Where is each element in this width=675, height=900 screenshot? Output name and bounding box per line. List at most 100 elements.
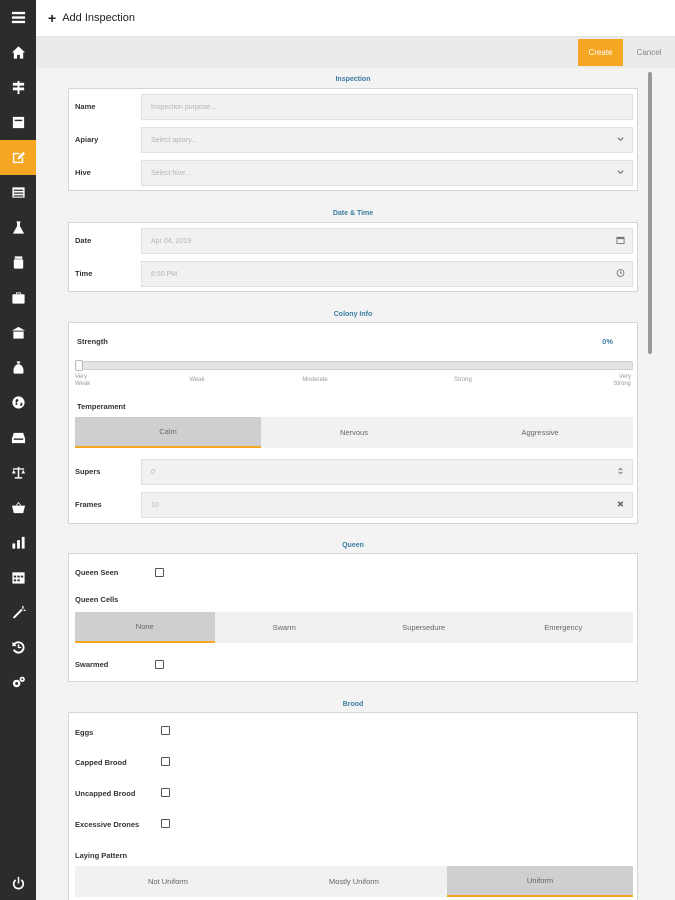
sidebar-home[interactable]: [0, 35, 36, 70]
sidebar-inspections[interactable]: [0, 140, 36, 175]
sidebar-tools[interactable]: [0, 595, 36, 630]
hive-select-value: Select hive...: [151, 169, 192, 177]
queen-cells-option-none[interactable]: None: [75, 612, 215, 643]
queen-seen-checkbox[interactable]: [155, 568, 164, 577]
laying-option-not-uniform[interactable]: Not Uniform: [75, 866, 261, 897]
sidebar-treatments[interactable]: [0, 210, 36, 245]
date-label: Date: [75, 236, 92, 245]
queen-cells-option-supersedure[interactable]: Supersedure: [354, 612, 494, 643]
sidebar-reports[interactable]: [0, 175, 36, 210]
history-icon: [11, 641, 25, 654]
section-title-colony: Colony Info: [333, 311, 373, 318]
section-title-inspection: Inspection: [335, 76, 371, 83]
clear-icon[interactable]: [616, 500, 625, 511]
date-input[interactable]: Apr 04, 2019: [141, 228, 633, 254]
swarmed-checkbox[interactable]: [155, 660, 164, 669]
uncapped-brood-checkbox[interactable]: [161, 788, 170, 797]
laying-option-uniform[interactable]: Uniform: [447, 866, 633, 897]
calendar-icon: [616, 236, 625, 247]
page-title: Add Inspection: [62, 12, 135, 24]
create-button[interactable]: Create: [578, 39, 623, 66]
sidebar-history[interactable]: [0, 630, 36, 665]
sidebar-charts[interactable]: [0, 525, 36, 560]
apiary-select[interactable]: Select apiary...: [141, 127, 633, 153]
strength-slider-track[interactable]: [75, 361, 633, 370]
section-title-queen: Queen: [342, 542, 364, 549]
sidebar-inventory[interactable]: [0, 420, 36, 455]
section-title-brood: Brood: [342, 701, 364, 708]
sidebar-apiaries[interactable]: [0, 70, 36, 105]
queen-cells-option-emergency[interactable]: Emergency: [494, 612, 634, 643]
sidebar-notes[interactable]: [0, 105, 36, 140]
time-input[interactable]: 8:50 PM: [141, 261, 633, 287]
queen-cells-option-swarm[interactable]: Swarm: [215, 612, 355, 643]
temperament-option-calm[interactable]: Calm: [75, 417, 261, 448]
supers-stepper[interactable]: 0: [141, 459, 633, 485]
strength-label: Strength: [77, 337, 108, 346]
supers-label: Supers: [75, 467, 101, 476]
sidebar-map[interactable]: [0, 385, 36, 420]
capped-brood-label: Capped Brood: [75, 758, 127, 767]
swarmed-label: Swarmed: [75, 660, 109, 669]
brood-card: Eggs Capped Brood Uncapped Brood Excessi…: [68, 712, 638, 900]
time-value: 8:50 PM: [151, 270, 178, 278]
sidebar-hives[interactable]: [0, 315, 36, 350]
section-title-datetime: Date & Time: [332, 210, 374, 217]
globe-icon: [11, 396, 25, 409]
clock-icon: [616, 269, 625, 280]
temperament-option-aggressive[interactable]: Aggressive: [447, 417, 633, 448]
sidebar: [0, 0, 36, 900]
stepper-arrows-icon[interactable]: [616, 467, 625, 478]
home-icon: [11, 46, 25, 59]
laying-pattern-label: Laying Pattern: [75, 851, 128, 860]
sidebar-weights[interactable]: [0, 455, 36, 490]
sidebar-equipment[interactable]: [0, 280, 36, 315]
colony-card: Strength 0% Very Weak Weak Moderate Stro…: [68, 322, 638, 524]
edit-icon: [12, 151, 25, 164]
menu-icon: [11, 11, 25, 24]
sidebar-settings[interactable]: [0, 665, 36, 700]
inbox-icon: [11, 432, 25, 444]
datetime-card: Date Apr 04, 2019 Time 8:50 PM: [68, 222, 638, 292]
laying-pattern-segmented: Not Uniform Mostly Uniform Uniform: [75, 866, 633, 897]
hive-select[interactable]: Select hive...: [141, 160, 633, 186]
sidebar-logout[interactable]: [0, 866, 36, 900]
excessive-drones-checkbox[interactable]: [161, 819, 170, 828]
frames-input[interactable]: 10: [141, 492, 633, 518]
eggs-checkbox[interactable]: [161, 726, 170, 735]
strength-tick-very-weak: Very Weak: [75, 374, 91, 388]
list-icon: [11, 187, 25, 198]
chevron-down-icon: [616, 135, 625, 146]
sidebar-calendar[interactable]: [0, 560, 36, 595]
cancel-button[interactable]: Cancel: [628, 39, 670, 66]
bar-chart-icon: [11, 536, 25, 549]
queen-cells-label: Queen Cells: [75, 595, 119, 604]
queen-cells-segmented: None Swarm Supersedure Emergency: [75, 612, 633, 643]
apiary-select-value: Select apiary...: [151, 136, 197, 144]
date-value: Apr 04, 2019: [151, 237, 192, 245]
temperament-option-nervous[interactable]: Nervous: [261, 417, 447, 448]
sidebar-menu[interactable]: [0, 0, 36, 35]
hive-label: Hive: [75, 168, 91, 177]
sidebar-harvests[interactable]: [0, 245, 36, 280]
sidebar-purchases[interactable]: [0, 490, 36, 525]
name-input[interactable]: Inspection purpose...: [141, 94, 633, 120]
briefcase-icon: [11, 292, 25, 304]
cogs-icon: [12, 676, 25, 688]
strength-slider-handle[interactable]: [75, 360, 83, 371]
power-icon: [12, 876, 24, 890]
queen-card: Queen Seen Queen Cells None Swarm Supers…: [68, 553, 638, 682]
laying-option-mostly-uniform[interactable]: Mostly Uniform: [261, 866, 447, 897]
supers-value: 0: [151, 468, 155, 476]
sidebar-feedings[interactable]: [0, 350, 36, 385]
scrollbar-thumb[interactable]: [648, 72, 652, 354]
apiary-label: Apiary: [75, 135, 99, 144]
basket-icon: [11, 501, 25, 514]
strength-tick-strong: Strong: [454, 377, 472, 383]
excessive-drones-label: Excessive Drones: [75, 820, 140, 829]
capped-brood-checkbox[interactable]: [161, 757, 170, 766]
strength-tick-moderate: Moderate: [302, 377, 328, 383]
queen-seen-label: Queen Seen: [75, 568, 119, 577]
flask-icon: [12, 221, 24, 234]
strength-tick-weak: Weak: [189, 377, 205, 383]
